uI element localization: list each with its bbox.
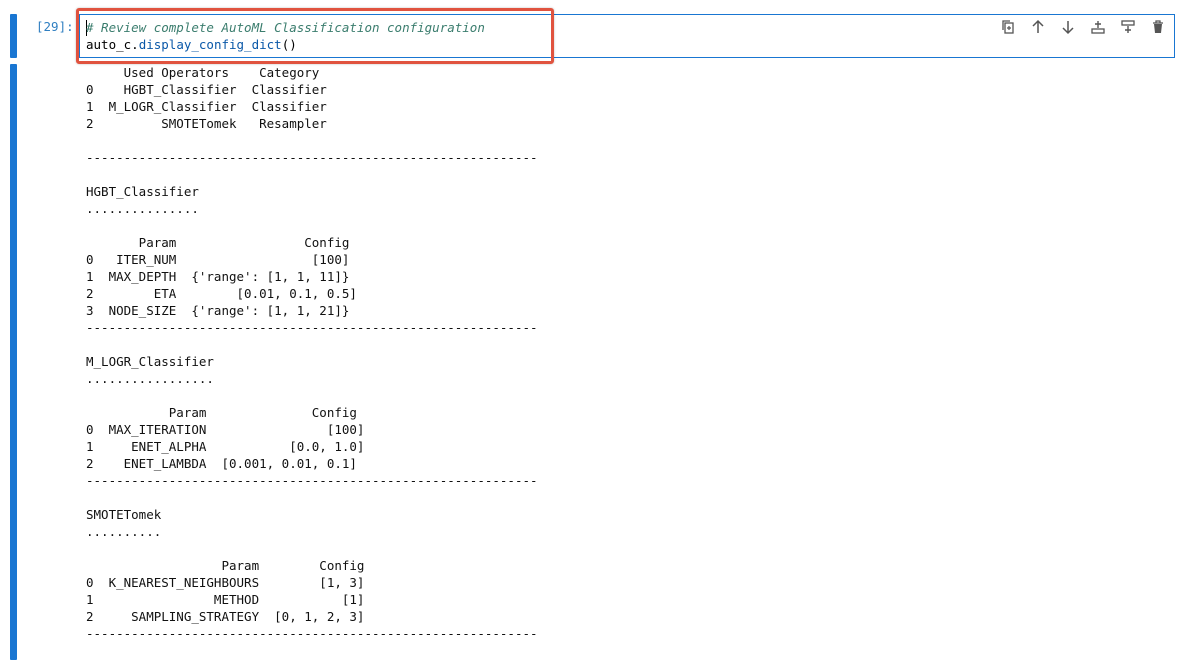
code-function: display_config_dict xyxy=(138,37,282,52)
output-line: .......... xyxy=(86,524,162,539)
code-object: auto_c. xyxy=(86,37,139,52)
cell-selection-bar[interactable] xyxy=(10,14,17,58)
output-line: ----------------------------------------… xyxy=(86,626,538,641)
output-line: 2 ETA [0.01, 0.1, 0.5] xyxy=(86,286,357,301)
insert-above-icon[interactable] xyxy=(1089,18,1107,36)
output-line: 2 SAMPLING_STRATEGY [0, 1, 2, 3] xyxy=(86,609,365,624)
output-line: 2 SMOTETomek Resampler xyxy=(86,116,327,131)
output-line: ----------------------------------------… xyxy=(86,150,538,165)
output-line: 0 HGBT_Classifier Classifier xyxy=(86,82,327,97)
output-line: SMOTETomek xyxy=(86,507,162,522)
output-line: 1 MAX_DEPTH {'range': [1, 1, 11]} xyxy=(86,269,350,284)
code-args: () xyxy=(281,37,297,52)
execution-prompt: [29]: xyxy=(36,19,74,34)
output-line: Param Config xyxy=(86,558,365,573)
output-line: ............... xyxy=(86,201,199,216)
duplicate-icon[interactable] xyxy=(999,18,1017,36)
output-line: Param Config xyxy=(86,405,357,420)
output-line: 0 ITER_NUM [100] xyxy=(86,252,350,267)
output-line: ................. xyxy=(86,371,214,386)
output-line: 1 ENET_ALPHA [0.0, 1.0] xyxy=(86,439,365,454)
output-line: 1 M_LOGR_Classifier Classifier xyxy=(86,99,327,114)
output-line: 2 ENET_LAMBDA [0.001, 0.01, 0.1] xyxy=(86,456,357,471)
move-up-icon[interactable] xyxy=(1029,18,1047,36)
code-comment: # Review complete AutoML Classification … xyxy=(86,20,485,35)
output-line: Used Operators Category xyxy=(86,65,320,80)
code-editor[interactable]: # Review complete AutoML Classification … xyxy=(86,19,485,53)
output-collapse-bar[interactable] xyxy=(10,64,17,660)
cell-toolbar xyxy=(999,18,1167,36)
output-line: Param Config xyxy=(86,235,350,250)
cell-output: Used Operators Category 0 HGBT_Classifier… xyxy=(86,64,538,642)
output-line: ----------------------------------------… xyxy=(86,473,538,488)
delete-icon[interactable] xyxy=(1149,18,1167,36)
move-down-icon[interactable] xyxy=(1059,18,1077,36)
output-line: 0 K_NEAREST_NEIGHBOURS [1, 3] xyxy=(86,575,365,590)
output-line: HGBT_Classifier xyxy=(86,184,199,199)
output-line: 3 NODE_SIZE {'range': [1, 1, 21]} xyxy=(86,303,350,318)
output-line: 1 METHOD [1] xyxy=(86,592,365,607)
insert-below-icon[interactable] xyxy=(1119,18,1137,36)
output-line: M_LOGR_Classifier xyxy=(86,354,214,369)
output-line: 0 MAX_ITERATION [100] xyxy=(86,422,365,437)
output-line: ----------------------------------------… xyxy=(86,320,538,335)
